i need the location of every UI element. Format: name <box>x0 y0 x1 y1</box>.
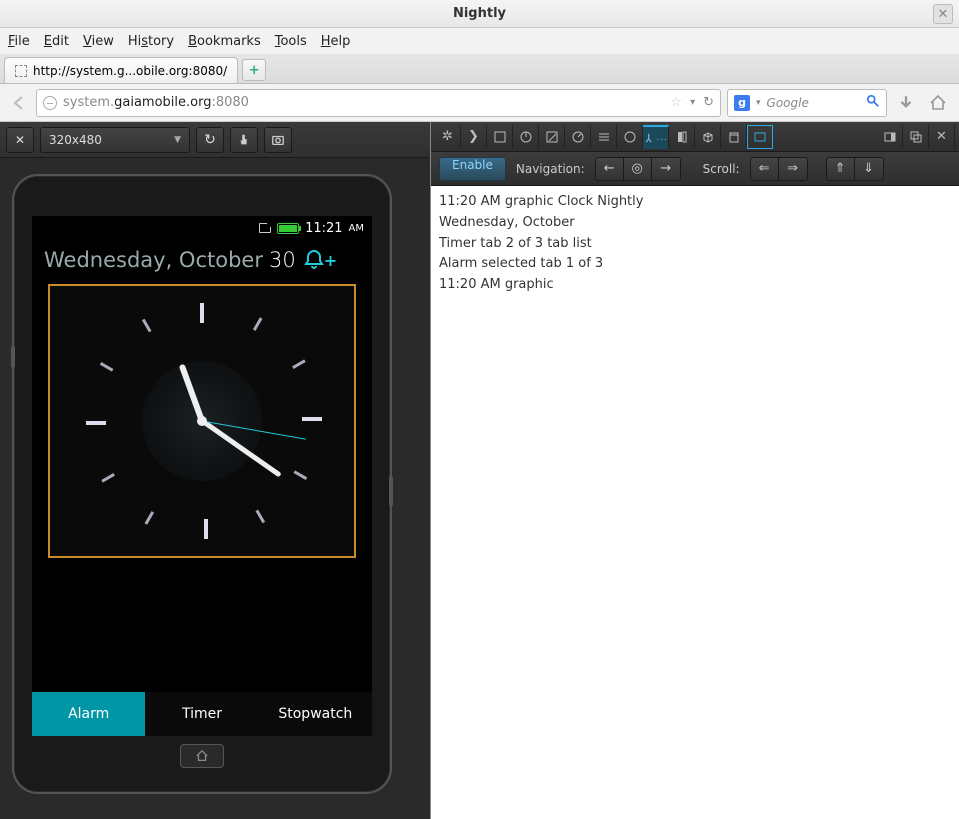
nav-label: Navigation: <box>516 162 585 176</box>
log-line: Wednesday, October <box>439 213 951 234</box>
accessibility-log: 11:20 AM graphic Clock Nightly Wednesday… <box>431 186 959 819</box>
rdv-toolbar: ✕ 320x480▼ ↻ <box>0 122 430 158</box>
tab-strip: http://system.g...obile.org:8080/ + <box>0 54 959 84</box>
devtools-navigation-bar: Enable Navigation: ← ◎ → Scroll: ⇐ ⇒ ⇑ ⇓ <box>431 152 959 186</box>
rdv-size-select[interactable]: 320x480▼ <box>40 127 190 153</box>
rdv-touch-button[interactable] <box>230 127 258 153</box>
bookmark-star-icon[interactable]: ☆ <box>670 95 682 110</box>
dt-accessibility-button[interactable]: ... <box>643 125 669 149</box>
search-box[interactable]: g ▾ Google <box>727 89 887 117</box>
reload-icon[interactable]: ↻ <box>703 95 714 110</box>
menu-view[interactable]: View <box>83 34 114 49</box>
status-ampm: AM <box>349 223 364 234</box>
rdv-screenshot-button[interactable] <box>264 127 292 153</box>
rdv-close-button[interactable]: ✕ <box>6 127 34 153</box>
menu-edit[interactable]: Edit <box>44 34 69 49</box>
log-line: Alarm selected tab 1 of 3 <box>439 254 951 275</box>
menu-bookmarks[interactable]: Bookmarks <box>188 34 261 49</box>
devtools-toolbar: ✲ ❯ ... ✕ <box>431 122 959 152</box>
date-bar: Wednesday, October 30 + <box>32 240 372 278</box>
back-button[interactable] <box>8 92 30 114</box>
devtools-panel: ✲ ❯ ... ✕ Enable Navigation: ← ◎ → <box>430 122 959 819</box>
rdv-rotate-button[interactable]: ↻ <box>196 127 224 153</box>
search-icon[interactable] <box>866 94 880 112</box>
dt-options-button[interactable]: ✲ <box>435 125 461 149</box>
dt-dock-window-button[interactable] <box>903 125 929 149</box>
phone-screen: 11:21 AM Wednesday, October 30 + <box>32 216 372 736</box>
search-placeholder: Google <box>767 96 809 110</box>
window-title: Nightly <box>453 6 506 21</box>
clock-app-tabs: Alarm Timer Stopwatch <box>32 692 372 736</box>
menu-help[interactable]: Help <box>321 34 351 49</box>
dt-paintflash-button[interactable] <box>669 125 695 149</box>
battery-icon <box>277 223 299 234</box>
scroll-left-button[interactable]: ⇐ <box>751 158 779 180</box>
scroll-down-button[interactable]: ⇓ <box>855 158 883 180</box>
menu-history[interactable]: History <box>128 34 174 49</box>
scroll-v-buttons: ⇑ ⇓ <box>826 157 884 181</box>
status-bar: 11:21 AM <box>32 216 372 240</box>
plus-icon: + <box>324 251 337 270</box>
dt-3dview-button[interactable] <box>695 125 721 149</box>
dt-debugger-button[interactable] <box>513 125 539 149</box>
tab-alarm[interactable]: Alarm <box>32 692 145 736</box>
phone-home-button[interactable] <box>180 744 224 768</box>
dt-close-button[interactable]: ✕ <box>929 125 955 149</box>
menubar: File Edit View History Bookmarks Tools H… <box>0 28 959 54</box>
nav-prev-button[interactable]: ← <box>596 158 624 180</box>
log-line: 11:20 AM graphic <box>439 275 951 296</box>
navbar: system.gaiamobile.org:8080 ☆ ▾ ↻ g ▾ Goo… <box>0 84 959 122</box>
dt-inspector-button[interactable] <box>487 125 513 149</box>
window-close-button[interactable]: ✕ <box>933 4 953 24</box>
dt-dock-side-button[interactable] <box>877 125 903 149</box>
status-time: 11:21 <box>305 221 342 236</box>
window-titlebar: Nightly ✕ <box>0 0 959 28</box>
date-text: Wednesday, October <box>44 248 263 272</box>
dt-responsive-button[interactable] <box>747 125 773 149</box>
dt-firefox-button[interactable] <box>617 125 643 149</box>
browser-tab[interactable]: http://system.g...obile.org:8080/ <box>4 57 238 83</box>
tab-timer[interactable]: Timer <box>145 692 258 736</box>
search-engine-chevron-icon[interactable]: ▾ <box>756 98 761 108</box>
dt-console-button[interactable]: ❯ <box>461 125 487 149</box>
navigation-buttons: ← ◎ → <box>595 157 681 181</box>
log-line: Timer tab 2 of 3 tab list <box>439 234 951 255</box>
scroll-up-button[interactable]: ⇑ <box>827 158 855 180</box>
responsive-design-panel: ✕ 320x480▼ ↻ 11:21 AM <box>0 122 430 819</box>
nav-target-button[interactable]: ◎ <box>624 158 652 180</box>
scroll-h-buttons: ⇐ ⇒ <box>750 157 808 181</box>
url-text: system.gaiamobile.org:8080 <box>63 95 249 110</box>
menu-tools[interactable]: Tools <box>275 34 307 49</box>
tab-stopwatch[interactable]: Stopwatch <box>259 692 372 736</box>
enable-button[interactable]: Enable <box>439 157 506 181</box>
analog-clock[interactable] <box>48 284 356 558</box>
phone-frame: 11:21 AM Wednesday, October 30 + <box>12 174 392 794</box>
log-line: 11:20 AM graphic Clock Nightly <box>439 192 951 213</box>
dt-style-editor-button[interactable] <box>539 125 565 149</box>
dt-scratchpad-button[interactable] <box>721 125 747 149</box>
dt-network-button[interactable] <box>591 125 617 149</box>
dropdown-chevron-icon[interactable]: ▾ <box>690 97 695 108</box>
add-alarm-button[interactable]: + <box>302 248 337 272</box>
page-favicon <box>15 65 27 77</box>
google-icon: g <box>734 95 750 111</box>
home-button[interactable] <box>925 90 951 116</box>
sim-icon <box>259 223 271 233</box>
tab-label: http://system.g...obile.org:8080/ <box>33 64 227 78</box>
date-day: 30 <box>269 248 296 272</box>
chevron-down-icon: ▼ <box>174 135 181 145</box>
scroll-label: Scroll: <box>703 162 740 176</box>
url-bar[interactable]: system.gaiamobile.org:8080 ☆ ▾ ↻ <box>36 89 721 117</box>
globe-icon <box>43 96 57 110</box>
clock-face <box>50 286 354 556</box>
dt-profiler-button[interactable] <box>565 125 591 149</box>
downloads-button[interactable] <box>893 90 919 116</box>
new-tab-button[interactable]: + <box>242 59 266 81</box>
scroll-right-button[interactable]: ⇒ <box>779 158 807 180</box>
menu-file[interactable]: File <box>8 34 30 49</box>
nav-next-button[interactable]: → <box>652 158 680 180</box>
